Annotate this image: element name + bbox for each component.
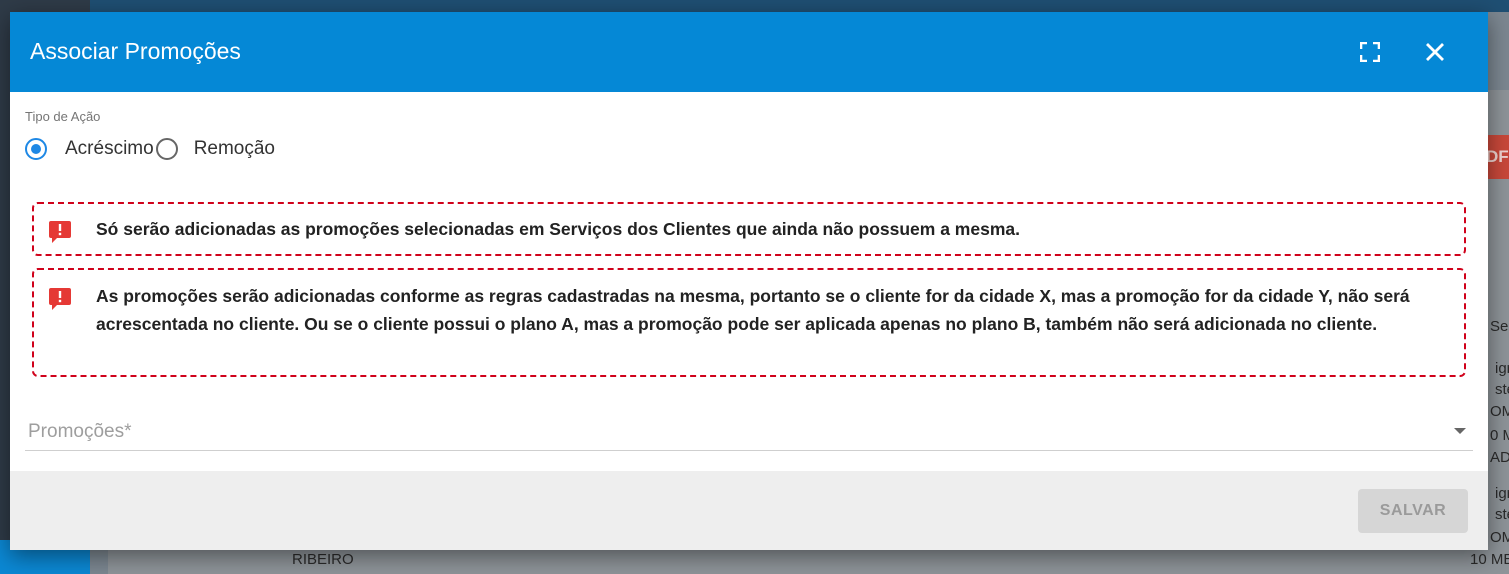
background-row-name: RIBEIRO — [292, 551, 354, 568]
background-cell: 0 ME — [1490, 427, 1509, 444]
radio-acrescimo-label[interactable]: Acréscimo — [65, 138, 154, 160]
associate-promotions-dialog: Associar Promoções Tipo de Ação Acréscim… — [10, 12, 1488, 550]
close-button[interactable] — [1420, 37, 1450, 67]
radio-acrescimo[interactable] — [25, 138, 47, 160]
chevron-down-icon — [1454, 428, 1466, 434]
background-cell: ste — [1495, 506, 1509, 523]
action-type-label: Tipo de Ação — [25, 109, 101, 124]
close-icon — [1426, 43, 1444, 61]
maximize-icon — [1360, 42, 1380, 62]
background-cell: igra — [1495, 360, 1509, 377]
dialog-header: Associar Promoções — [10, 12, 1488, 92]
alert-message: As promoções serão adicionadas conforme … — [32, 268, 1466, 377]
background-cell: 10 ME — [1470, 551, 1509, 568]
dialog-title: Associar Promoções — [30, 38, 241, 64]
alert-text: As promoções serão adicionadas conforme … — [96, 286, 1410, 334]
alert-icon — [49, 221, 71, 243]
alert-message: Só serão adicionadas as promoções seleci… — [32, 202, 1466, 256]
alert-icon — [49, 288, 71, 310]
background-topbar — [90, 0, 1509, 12]
background-cell: igra — [1495, 485, 1509, 502]
background-cell: ADIC — [1490, 449, 1509, 466]
radio-remocao[interactable] — [155, 138, 178, 160]
action-type-radio-group: Acréscimo Remoção — [25, 136, 275, 162]
radio-remocao-label[interactable]: Remoção — [194, 138, 275, 160]
promotions-select[interactable]: Promoções* — [25, 416, 1473, 451]
background-column-header: Servic — [1490, 318, 1509, 335]
alert-text: Só serão adicionadas as promoções seleci… — [96, 219, 1020, 239]
background-cell: OMB — [1490, 403, 1509, 420]
save-button[interactable]: SALVAR — [1358, 489, 1468, 533]
dialog-footer: SALVAR — [10, 471, 1488, 550]
promotions-placeholder: Promoções* — [28, 421, 132, 442]
background-cell: OMB — [1490, 529, 1509, 546]
background-cell: ste — [1495, 381, 1509, 398]
maximize-button[interactable] — [1355, 37, 1385, 67]
